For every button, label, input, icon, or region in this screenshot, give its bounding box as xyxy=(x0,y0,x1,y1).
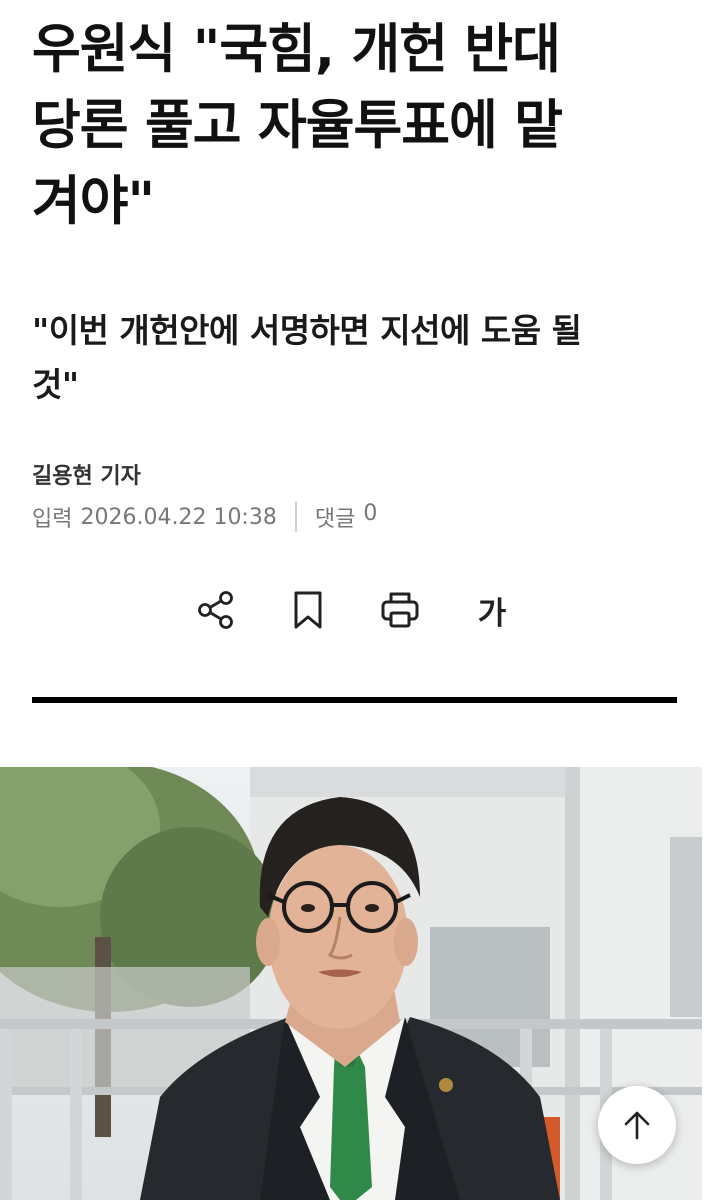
published-datetime: 2026.04.22 10:38 xyxy=(80,504,277,530)
section-divider xyxy=(32,697,677,703)
headline-line: 당론 풀고 자율투표에 맡 xyxy=(32,95,563,156)
arrow-up-icon xyxy=(624,1111,650,1140)
headline-line: 우원식 "국힘, 개헌 반대 xyxy=(32,19,561,80)
bookmark-icon xyxy=(294,591,322,629)
article-subheadline: "이번 개헌안에 서명하면 지선에 도움 될 것" xyxy=(32,304,682,412)
comments-count: 0 xyxy=(363,501,378,526)
article-photo xyxy=(0,767,702,1200)
share-button[interactable] xyxy=(192,586,240,634)
printer-icon xyxy=(381,592,419,628)
author-byline[interactable]: 길용현 기자 xyxy=(32,458,141,490)
article-toolbar: 가 xyxy=(0,582,708,638)
article-photo-image xyxy=(0,767,702,1200)
share-icon xyxy=(198,591,233,629)
meta-divider xyxy=(294,502,297,532)
bookmark-button[interactable] xyxy=(284,586,332,634)
article-meta: 입력 2026.04.22 10:38 댓글 0 xyxy=(32,500,377,534)
font-size-button[interactable]: 가 xyxy=(468,586,516,634)
scroll-to-top-button[interactable] xyxy=(598,1086,676,1164)
comments-link[interactable]: 댓글 0 xyxy=(315,501,377,533)
subheadline-line: "이번 개헌안에 서명하면 지선에 도움 될 xyxy=(32,311,582,350)
published-label: 입력 xyxy=(32,507,73,532)
subheadline-line: 것" xyxy=(32,365,79,404)
headline-line: 겨야" xyxy=(32,171,155,232)
comments-label: 댓글 xyxy=(314,507,356,532)
print-button[interactable] xyxy=(376,586,424,634)
article-headline: 우원식 "국힘, 개헌 반대 당론 풀고 자율투표에 맡 겨야" xyxy=(32,12,682,240)
